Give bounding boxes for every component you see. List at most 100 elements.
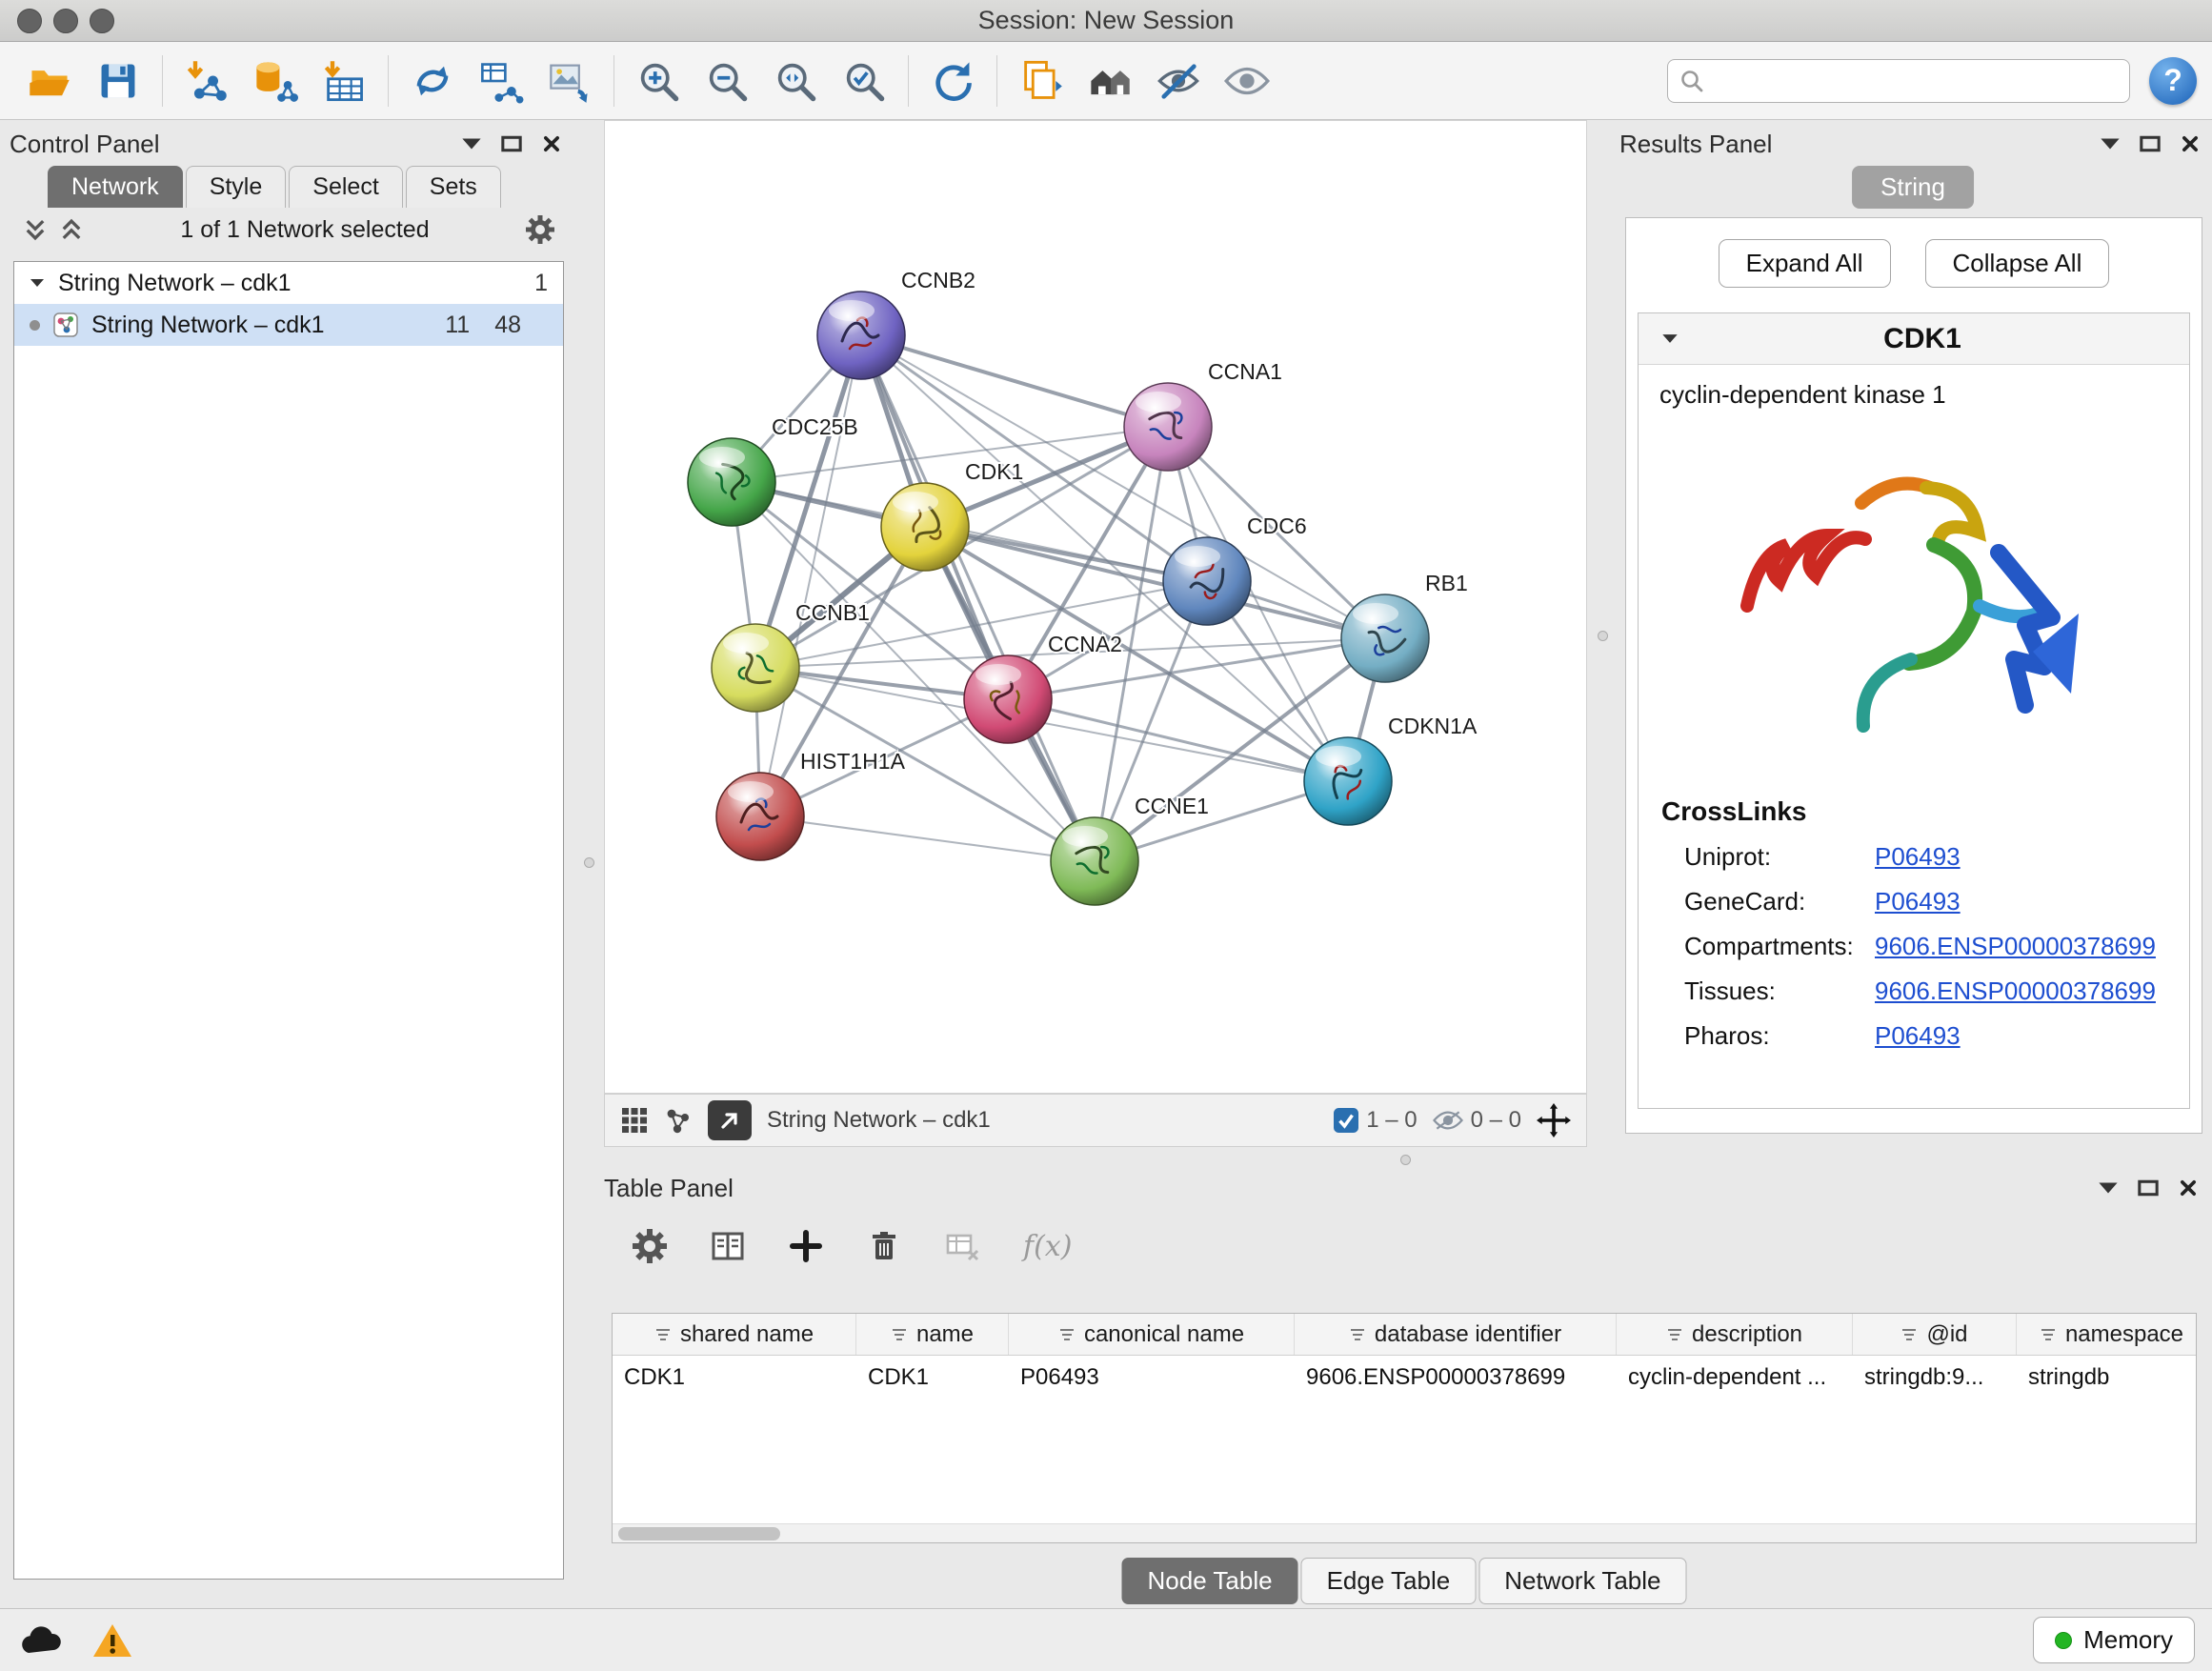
network-selection-status: 1 of 1 Network selected xyxy=(95,216,514,244)
right-splitter-handle[interactable] xyxy=(1598,631,1608,641)
network-node-CCNA1[interactable] xyxy=(1124,383,1212,471)
select-columns-icon[interactable] xyxy=(711,1229,745,1263)
cloud-icon[interactable] xyxy=(17,1624,65,1657)
refresh-layout-button[interactable] xyxy=(918,50,987,112)
hide-details-button[interactable] xyxy=(1144,50,1213,112)
tab-select[interactable]: Select xyxy=(289,166,402,208)
memory-button[interactable]: Memory xyxy=(2033,1617,2195,1663)
export-image-button[interactable] xyxy=(535,50,604,112)
float-panel-icon[interactable] xyxy=(2138,1179,2159,1197)
zoom-in-button[interactable] xyxy=(624,50,693,112)
left-splitter-handle[interactable] xyxy=(584,857,594,868)
warning-icon[interactable] xyxy=(91,1621,133,1660)
network-node-CCNA2[interactable] xyxy=(964,655,1052,743)
zoom-selected-button[interactable] xyxy=(830,50,898,112)
maximize-window-button[interactable] xyxy=(90,9,114,33)
network-node-CCNB2[interactable] xyxy=(817,292,905,379)
tab-style[interactable]: Style xyxy=(186,166,287,208)
panel-menu-caret-icon[interactable] xyxy=(2098,1179,2119,1197)
crosslink-link[interactable]: P06493 xyxy=(1875,842,1961,872)
column-header[interactable]: database identifier xyxy=(1295,1314,1617,1355)
network-node-CCNB1[interactable] xyxy=(712,624,799,712)
create-column-icon[interactable] xyxy=(789,1229,823,1263)
table-options-gear-icon[interactable] xyxy=(633,1229,667,1263)
save-session-button[interactable] xyxy=(84,50,152,112)
close-panel-icon[interactable] xyxy=(2180,135,2201,152)
collapse-all-button[interactable]: Collapse All xyxy=(1925,239,2110,288)
tab-network[interactable]: Network xyxy=(48,166,183,208)
tab-network-table[interactable]: Network Table xyxy=(1478,1558,1686,1604)
search-input[interactable] xyxy=(1714,68,2118,94)
network-overview-icon[interactable] xyxy=(664,1106,693,1135)
zoom-out-button[interactable] xyxy=(693,50,761,112)
column-header[interactable]: shared name xyxy=(613,1314,856,1355)
column-header[interactable]: canonical name xyxy=(1009,1314,1295,1355)
tab-sets[interactable]: Sets xyxy=(406,166,501,208)
collapse-all-icon[interactable] xyxy=(23,217,48,242)
home-views-button[interactable] xyxy=(1076,50,1144,112)
crosslink-row: GeneCard: P06493 xyxy=(1639,879,2189,924)
expand-all-button[interactable]: Expand All xyxy=(1719,239,1891,288)
table-horizontal-scrollbar[interactable] xyxy=(613,1523,2196,1542)
crosslink-link[interactable]: P06493 xyxy=(1875,887,1961,916)
network-node-CDC6[interactable] xyxy=(1163,537,1251,625)
panel-menu-caret-icon[interactable] xyxy=(2100,135,2121,152)
open-session-button[interactable] xyxy=(15,50,84,112)
table-row[interactable]: CDK1 CDK1 P06493 9606.ENSP00000378699 cy… xyxy=(613,1356,2196,1399)
zoom-fit-button[interactable] xyxy=(761,50,830,112)
panel-menu-caret-icon[interactable] xyxy=(461,135,482,152)
import-network-database-button[interactable] xyxy=(241,50,310,112)
close-panel-icon[interactable] xyxy=(2178,1179,2199,1197)
column-sort-icon xyxy=(1349,1328,1366,1341)
float-panel-icon[interactable] xyxy=(501,135,522,152)
network-node-HIST1H1A[interactable] xyxy=(716,773,804,860)
network-row[interactable]: String Network – cdk1 11 48 xyxy=(14,304,563,346)
import-network-file-button[interactable] xyxy=(172,50,241,112)
minimize-window-button[interactable] xyxy=(53,9,78,33)
column-header[interactable]: @id xyxy=(1853,1314,2017,1355)
network-node-CDK1[interactable] xyxy=(881,483,969,571)
pan-crosshair-icon[interactable] xyxy=(1537,1103,1571,1137)
network-node-CDKN1A[interactable] xyxy=(1304,737,1392,825)
network-from-selection-button[interactable] xyxy=(398,50,467,112)
hidden-count-label: 0 – 0 xyxy=(1471,1107,1521,1134)
grid-view-icon[interactable] xyxy=(620,1106,649,1135)
float-panel-icon[interactable] xyxy=(2140,135,2161,152)
tab-edge-table[interactable]: Edge Table xyxy=(1301,1558,1477,1604)
close-window-button[interactable] xyxy=(17,9,42,33)
zoom-fit-icon xyxy=(773,58,818,104)
network-table-button[interactable] xyxy=(467,50,535,112)
delete-column-icon[interactable] xyxy=(867,1229,901,1263)
scrollbar-thumb[interactable] xyxy=(618,1527,780,1540)
tab-string[interactable]: String xyxy=(1852,166,1974,209)
network-node-RB1[interactable] xyxy=(1341,594,1429,682)
network-options-gear-icon[interactable] xyxy=(526,215,554,244)
function-builder-button[interactable]: f(x) xyxy=(1023,1230,1072,1263)
crosslink-link[interactable]: 9606.ENSP00000378699 xyxy=(1875,976,2156,1006)
tab-node-table[interactable]: Node Table xyxy=(1122,1558,1298,1604)
network-node-CCNE1[interactable] xyxy=(1051,817,1138,905)
network-view-toolbar: String Network – cdk1 1 – 0 0 – 0 xyxy=(604,1094,1587,1147)
show-details-button[interactable] xyxy=(1213,50,1281,112)
network-collection-row[interactable]: String Network – cdk1 1 xyxy=(14,262,563,304)
delete-table-icon-disabled[interactable] xyxy=(945,1229,979,1263)
crosslink-link[interactable]: P06493 xyxy=(1875,1021,1961,1051)
column-header[interactable]: namespace xyxy=(2017,1314,2197,1355)
network-view-canvas[interactable]: CCNB2CCNA1CDC25BCDK1CDC6RB1CCNB1CCNA2CDK… xyxy=(604,120,1587,1094)
hidden-eye-icon[interactable] xyxy=(1433,1109,1463,1132)
column-header[interactable]: name xyxy=(856,1314,1009,1355)
selected-checkbox-icon[interactable] xyxy=(1334,1108,1358,1133)
close-panel-icon[interactable] xyxy=(541,135,562,152)
help-button[interactable]: ? xyxy=(2149,57,2197,105)
column-header[interactable]: description xyxy=(1617,1314,1853,1355)
crosslink-link[interactable]: 9606.ENSP00000378699 xyxy=(1875,932,2156,961)
expand-all-icon[interactable] xyxy=(59,217,84,242)
network-node-CDC25B[interactable] xyxy=(688,438,775,526)
gene-collapse-caret-icon[interactable] xyxy=(1661,333,1679,344)
bottom-splitter-handle[interactable] xyxy=(1400,1155,1411,1165)
import-table-button[interactable] xyxy=(310,50,378,112)
copy-network-button[interactable] xyxy=(1007,50,1076,112)
control-panel-tabs: Network Style Select Sets xyxy=(48,166,568,208)
tree-expander-icon[interactable] xyxy=(30,278,45,288)
popout-view-button[interactable] xyxy=(708,1100,752,1140)
